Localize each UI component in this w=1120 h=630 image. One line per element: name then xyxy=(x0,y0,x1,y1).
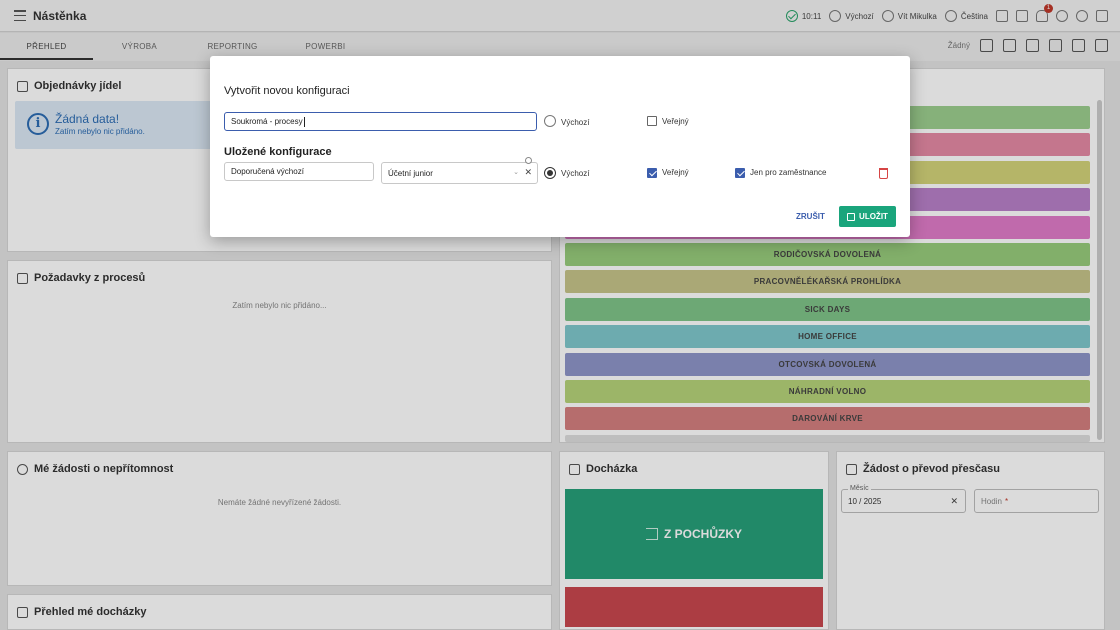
delete-config-icon[interactable] xyxy=(879,168,888,179)
employees-only-label: Jen pro zaměstnance xyxy=(750,168,827,177)
save-label: ULOŽIT xyxy=(859,212,888,221)
saved-default-label: Výchozí xyxy=(561,169,590,178)
floppy-icon xyxy=(847,212,856,221)
saved-public-checkbox[interactable] xyxy=(647,168,657,178)
default-label: Výchozí xyxy=(561,118,590,127)
chevron-down-icon[interactable]: ⌄ xyxy=(513,168,519,176)
config-name-input[interactable]: Soukromá - procesy xyxy=(224,112,537,131)
role-select-value: Účetní junior xyxy=(388,168,433,178)
save-button[interactable]: ULOŽIT xyxy=(839,206,896,227)
saved-config-name-value: Doporučená výchozí xyxy=(231,167,304,176)
saved-public-label: Veřejný xyxy=(662,168,689,177)
create-configuration-dialog: Vytvořit novou konfiguraci Soukromá - pr… xyxy=(210,56,910,237)
saved-configs-title: Uložené konfigurace xyxy=(224,146,332,158)
saved-default-radio[interactable] xyxy=(544,167,556,179)
default-radio[interactable] xyxy=(544,115,556,127)
config-name-value: Soukromá - procesy xyxy=(231,117,303,126)
cancel-button[interactable]: ZRUŠIT xyxy=(796,206,825,227)
clear-role-icon[interactable]: ✕ xyxy=(524,167,532,178)
role-select[interactable]: Účetní junior ⌄ ✕ xyxy=(381,157,538,184)
public-label: Veřejný xyxy=(662,117,689,126)
employees-only-checkbox[interactable] xyxy=(735,168,745,178)
saved-config-name-input[interactable]: Doporučená výchozí xyxy=(224,162,374,181)
help-icon[interactable] xyxy=(525,157,532,164)
dialog-title: Vytvořit novou konfiguraci xyxy=(224,85,350,97)
public-checkbox[interactable] xyxy=(647,116,657,126)
